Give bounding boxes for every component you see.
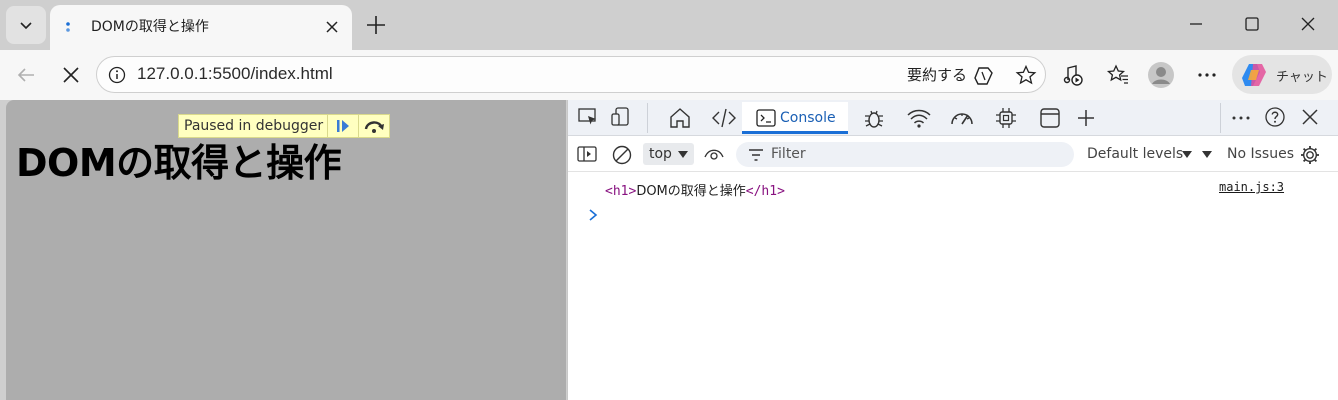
copilot-logo-icon (1242, 64, 1266, 86)
close-devtools-icon[interactable] (1299, 106, 1321, 128)
more-menu-icon[interactable] (1196, 64, 1218, 86)
tab-title: DOMの取得と操作 (91, 19, 209, 35)
context-select[interactable]: top (643, 143, 694, 165)
sidebar-toggle-icon[interactable] (577, 145, 597, 163)
welcome-home-icon[interactable] (668, 106, 692, 130)
info-icon[interactable] (108, 66, 126, 84)
more-tools-plus-icon[interactable] (1075, 107, 1097, 129)
favorite-star-icon[interactable] (1015, 64, 1037, 86)
device-emulation-icon[interactable] (610, 106, 632, 128)
resume-button[interactable] (327, 115, 358, 137)
devtools-panel: Console top Filter Default levels No Iss… (567, 100, 1338, 400)
tab-console[interactable]: Console (742, 102, 848, 134)
log-levels-label: Default levels (1087, 146, 1184, 162)
console-settings-gear-icon[interactable] (1299, 144, 1321, 166)
inspect-element-icon[interactable] (577, 106, 599, 128)
favorites-icon[interactable] (1106, 63, 1130, 87)
resume-icon (337, 120, 350, 132)
console-icon (756, 109, 776, 127)
context-label: top (649, 146, 672, 162)
back-arrow-icon[interactable] (14, 63, 38, 87)
log-open-tag: <h1> (605, 184, 637, 199)
issues-count[interactable]: No Issues (1227, 146, 1294, 162)
copilot-button[interactable]: チャット (1232, 55, 1332, 94)
step-over-button[interactable] (358, 115, 389, 137)
network-wifi-icon[interactable] (906, 106, 932, 130)
elements-code-icon[interactable] (711, 106, 737, 130)
browser-toolbar: 127.0.0.1:5500/index.html 要約する チャット (0, 50, 1338, 100)
debugger-paused-label: Paused in debugger (184, 118, 324, 134)
page-heading: DOMの取得と操作 (16, 141, 342, 185)
live-expression-eye-icon[interactable] (703, 146, 725, 162)
filter-placeholder: Filter (771, 146, 806, 162)
loading-icon (66, 22, 70, 32)
page-viewport: DOMの取得と操作 Paused in debugger (6, 100, 566, 400)
close-icon[interactable] (323, 18, 341, 36)
copilot-label: チャット (1276, 70, 1328, 85)
console-log-entry[interactable]: <h1>DOMの取得と操作</h1> (605, 180, 785, 199)
new-tab-icon[interactable] (364, 13, 388, 37)
media-control-icon[interactable] (1062, 64, 1084, 86)
stop-loading-icon[interactable] (60, 64, 82, 86)
dropdown-arrow-icon (678, 151, 688, 158)
log-source-link[interactable]: main.js:3 (1219, 180, 1284, 194)
console-prompt-chevron-icon[interactable] (587, 208, 599, 222)
minimize-icon[interactable] (1186, 14, 1206, 34)
summarize-label[interactable]: 要約する (907, 64, 967, 85)
tab-console-label: Console (780, 110, 836, 126)
performance-gauge-icon[interactable] (949, 106, 975, 130)
log-close-tag: </h1> (745, 184, 785, 199)
debugger-paused-banner: Paused in debugger (178, 114, 391, 138)
console-filter-input[interactable]: Filter (736, 142, 1074, 167)
customize-more-icon[interactable] (1230, 107, 1252, 129)
avatar-icon[interactable] (1147, 61, 1175, 89)
application-window-icon[interactable] (1038, 106, 1062, 130)
url-text[interactable]: 127.0.0.1:5500/index.html (137, 64, 333, 84)
close-window-icon[interactable] (1298, 14, 1318, 34)
tab-active[interactable]: DOMの取得と操作 (50, 5, 352, 50)
levels-dropdown-arrow-icon[interactable] (1182, 151, 1192, 158)
devtools-tab-bar: Console (568, 100, 1338, 136)
maximize-icon[interactable] (1242, 14, 1262, 34)
tab-actions-button[interactable] (6, 6, 46, 44)
filter-icon (749, 149, 763, 161)
title-bar: DOMの取得と操作 (0, 0, 1338, 50)
help-icon[interactable] (1264, 106, 1286, 128)
console-output: <h1>DOMの取得と操作</h1> main.js:3 (568, 172, 1338, 400)
log-text: DOMの取得と操作 (636, 184, 746, 199)
tab-separator (1220, 103, 1221, 133)
copilot-summarize-icon[interactable] (973, 65, 995, 87)
step-over-icon (364, 121, 385, 133)
clear-console-icon[interactable] (611, 144, 633, 166)
sidebar-dropdown-arrow-icon[interactable] (1202, 151, 1212, 158)
log-levels-dropdown[interactable]: Default levels (1087, 146, 1183, 162)
console-filter-bar: top Filter Default levels No Issues (568, 136, 1338, 172)
memory-chip-icon[interactable] (994, 106, 1018, 130)
tab-separator (647, 103, 648, 133)
chevron-down-icon (20, 22, 32, 30)
address-bar[interactable]: 127.0.0.1:5500/index.html 要約する (96, 56, 1046, 93)
sources-bug-icon[interactable] (862, 106, 886, 130)
